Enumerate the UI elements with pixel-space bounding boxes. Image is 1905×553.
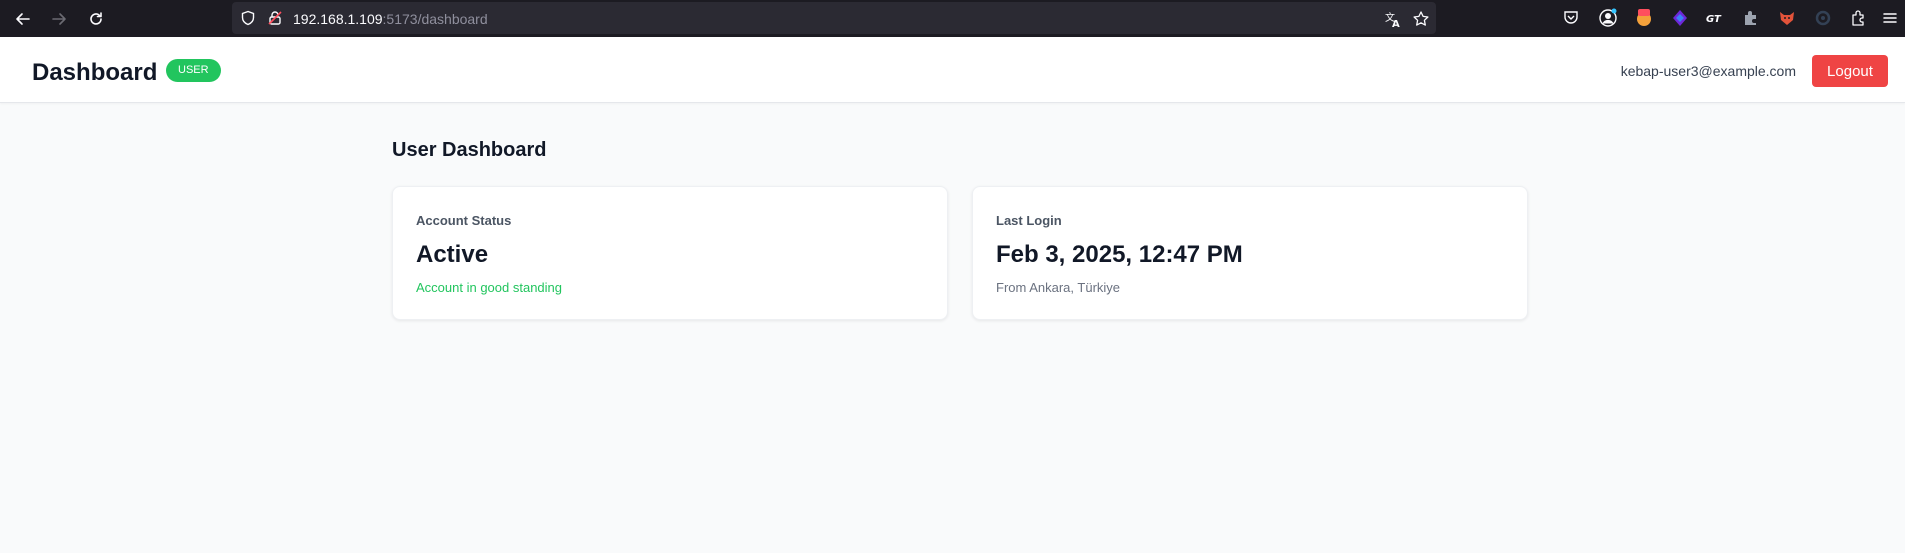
account-button[interactable] [1597, 7, 1619, 29]
card-note: Account in good standing [416, 280, 562, 295]
url-text: 192.168.1.109:5173/dashboard [293, 11, 488, 27]
last-login-card: Last Login Feb 3, 2025, 12:47 PM From An… [972, 186, 1528, 320]
app-title: Dashboard [32, 59, 158, 86]
translate-icon: 文A [1385, 11, 1400, 28]
card-label: Last Login [996, 213, 1062, 228]
logout-button[interactable]: Logout [1812, 55, 1888, 87]
hamburger-menu-icon [1883, 13, 1897, 23]
extension-badge-icon [1637, 9, 1651, 26]
extension-3-button[interactable]: GT [1704, 7, 1726, 29]
svg-text:GT: GT [1706, 14, 1722, 25]
role-badge: USER [166, 59, 221, 82]
translate-button[interactable]: 文A [1384, 10, 1402, 28]
card-value: Feb 3, 2025, 12:47 PM [996, 241, 1243, 268]
browser-toolbar: 192.168.1.109:5173/dashboard 文A GT [0, 0, 1905, 37]
bookmark-button[interactable] [1412, 10, 1430, 28]
back-button[interactable] [11, 7, 35, 31]
user-email: kebap-user3@example.com [1620, 63, 1796, 79]
extension-4-button[interactable] [1740, 7, 1762, 29]
card-label: Account Status [416, 213, 512, 228]
extension-gear-icon [1815, 10, 1831, 26]
extension-2-button[interactable] [1669, 7, 1691, 29]
url-path: :5173/dashboard [382, 11, 488, 27]
extensions-menu-button[interactable] [1848, 7, 1870, 29]
insecure-lock-icon[interactable] [267, 10, 283, 26]
page-title: User Dashboard [392, 139, 547, 161]
extension-6-button[interactable] [1812, 7, 1834, 29]
url-host: 192.168.1.109 [293, 11, 383, 27]
card-value: Active [416, 241, 489, 268]
pocket-icon [1564, 11, 1578, 24]
extension-fox-icon [1780, 12, 1794, 25]
arrow-right-icon [52, 13, 66, 25]
pocket-button[interactable] [1560, 7, 1582, 29]
extension-1-button[interactable] [1633, 7, 1655, 29]
extension-5-button[interactable] [1776, 7, 1798, 29]
svg-text:A: A [1392, 19, 1400, 28]
extension-diamond-icon [1673, 10, 1687, 26]
forward-button[interactable] [47, 7, 71, 31]
shield-icon[interactable] [240, 10, 256, 26]
puzzle-icon [1852, 10, 1864, 26]
app-header: Dashboard USER kebap-user3@example.com L… [0, 37, 1905, 103]
app-menu-button[interactable] [1879, 7, 1901, 29]
extension-text-icon: GT [1706, 14, 1722, 25]
account-icon [1599, 8, 1617, 27]
reload-icon [90, 12, 102, 25]
extension-puzzle-gray-icon [1745, 11, 1756, 25]
address-bar[interactable]: 192.168.1.109:5173/dashboard 文A [232, 2, 1436, 34]
star-icon [1413, 11, 1429, 26]
arrow-left-icon [16, 13, 30, 25]
account-status-card: Account Status Active Account in good st… [392, 186, 948, 320]
card-note: From Ankara, Türkiye [996, 280, 1121, 295]
reload-button[interactable] [84, 7, 108, 31]
